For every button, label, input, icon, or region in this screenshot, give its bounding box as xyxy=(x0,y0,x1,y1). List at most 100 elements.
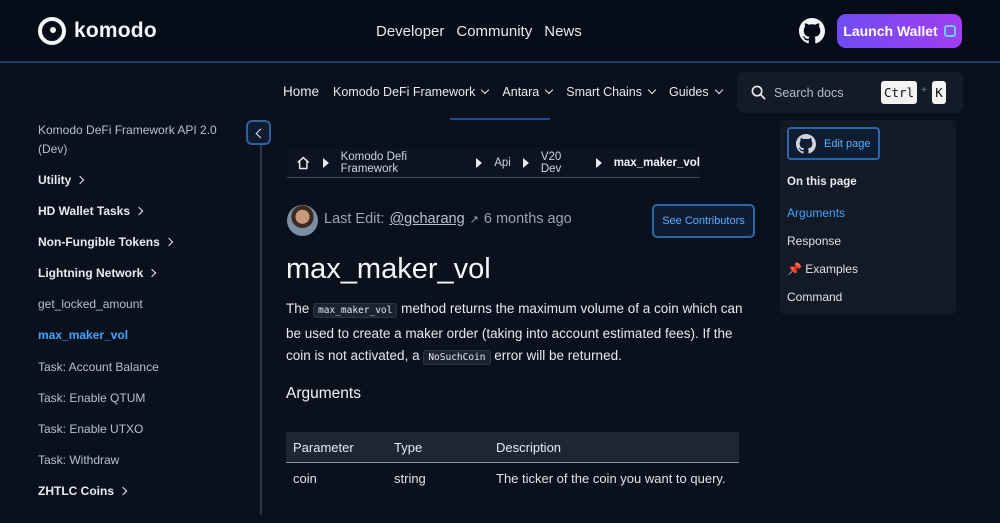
launch-wallet-label: Launch Wallet xyxy=(843,23,938,39)
launch-wallet-button[interactable]: Launch Wallet xyxy=(837,14,962,48)
sidebar-item-task-withdraw[interactable]: Task: Withdraw xyxy=(38,453,119,467)
chevron-right-icon xyxy=(76,175,85,185)
breadcrumb-item[interactable]: Api xyxy=(494,157,511,169)
search-input[interactable]: Search docs Ctrl + K xyxy=(737,72,963,113)
sidebar-item-get-locked-amount[interactable]: get_locked_amount xyxy=(38,297,143,311)
table-header-cell: Parameter xyxy=(293,439,354,455)
section-heading-arguments: Arguments xyxy=(286,385,361,402)
breadcrumb-separator-icon xyxy=(322,158,329,168)
sidebar-item-label: HD Wallet Tasks xyxy=(38,204,131,218)
table-row: coin string The ticker of the coin you w… xyxy=(286,463,739,494)
toc-item-arguments[interactable]: Arguments xyxy=(787,206,845,220)
breadcrumb-separator-icon xyxy=(476,158,483,168)
docsnav-item-label: Antara xyxy=(502,84,540,99)
chevron-right-icon xyxy=(134,206,144,216)
sidebar-item-label: Utility xyxy=(38,173,72,187)
toc-title: On this page xyxy=(787,176,857,188)
shortcut-plus: + xyxy=(921,85,927,96)
sidebar-divider xyxy=(260,145,262,515)
home-icon[interactable] xyxy=(296,156,311,170)
table-header-row: Parameter Type Description xyxy=(286,432,739,463)
docsnav-home[interactable]: Home xyxy=(283,84,319,99)
docsnav-smart-chains[interactable]: Smart Chains xyxy=(566,84,657,99)
external-arrow-icon: ↗ xyxy=(469,213,479,226)
sidebar-item-label: max_maker_vol xyxy=(38,328,129,342)
sidebar-item-non-fungible-tokens[interactable]: Non-Fungible Tokens xyxy=(38,235,174,249)
sidebar-item-task-enable-qtum[interactable]: Task: Enable QTUM xyxy=(38,391,145,405)
sidebar-item-label: Task: Account Balance xyxy=(38,360,159,374)
edit-page-button[interactable]: Edit page xyxy=(787,127,880,160)
docsnav-komodo-defi-framework[interactable]: Komodo DeFi Framework xyxy=(333,84,490,99)
collapse-sidebar-button[interactable] xyxy=(246,120,271,145)
docs-nav: Home Komodo DeFi Framework Antara Smart … xyxy=(283,84,723,99)
intro-text: The xyxy=(286,301,314,316)
top-nav: Developer Community News xyxy=(376,23,582,40)
komodo-logo[interactable]: komodo xyxy=(38,17,157,45)
sidebar-item-utility[interactable]: Utility xyxy=(38,173,85,187)
toc-item-command[interactable]: Command xyxy=(787,290,842,304)
top-header: komodo Developer Community News Launch W… xyxy=(0,0,1000,63)
sidebar-item-label: Task: Withdraw xyxy=(38,453,120,467)
sidebar-item-label: Non-Fungible Tokens xyxy=(38,235,160,249)
sidebar-item-zhtlc-coins[interactable]: ZHTLC Coins xyxy=(38,484,128,498)
breadcrumb-item[interactable]: Komodo Defi Framework xyxy=(341,151,465,175)
last-edit-label: Last Edit: xyxy=(324,211,385,227)
sidebar-item-task-account-balance[interactable]: Task: Account Balance xyxy=(38,360,159,374)
chevron-down-icon xyxy=(647,85,657,95)
docsnav-antara[interactable]: Antara xyxy=(502,84,554,99)
sidebar-item-api-2-dev[interactable]: Komodo DeFi Framework API 2.0 (Dev) xyxy=(38,121,238,159)
nav-news[interactable]: News xyxy=(544,23,582,40)
brand-name: komodo xyxy=(74,19,157,42)
sidebar-item-task-enable-utxo[interactable]: Task: Enable UTXO xyxy=(38,422,143,436)
breadcrumb-separator-icon xyxy=(595,158,602,168)
docsnav-guides[interactable]: Guides xyxy=(669,84,723,99)
breadcrumb-item[interactable]: V20 Dev xyxy=(541,151,584,175)
inline-code: NoSuchCoin xyxy=(423,350,491,365)
table-header-cell: Description xyxy=(496,439,562,455)
chevron-down-icon xyxy=(545,85,554,95)
last-edit-user-link[interactable]: @gcharang xyxy=(389,211,464,227)
chevron-down-icon xyxy=(714,85,723,95)
last-edit: Last Edit: @gcharang ↗ 6 months ago xyxy=(324,211,572,227)
sidebar-item-label: ZHTLC Coins xyxy=(38,484,114,498)
table-header-cell: Type xyxy=(394,439,423,455)
breadcrumb-current: max_maker_vol xyxy=(613,157,700,169)
intro-paragraph: The max_maker_vol method returns the max… xyxy=(286,298,756,370)
chevron-down-icon xyxy=(481,85,490,95)
sidebar-item-label: Task: Enable UTXO xyxy=(38,422,144,436)
inline-code: max_maker_vol xyxy=(313,303,398,318)
external-link-icon xyxy=(943,25,956,37)
toc-item-response[interactable]: Response xyxy=(787,234,841,248)
sidebar-item-label: get_locked_amount xyxy=(38,297,143,311)
toc-item-examples[interactable]: 📌 Examples xyxy=(787,262,858,276)
breadcrumb-separator-icon xyxy=(522,158,529,168)
search-icon xyxy=(751,85,766,100)
nav-community[interactable]: Community xyxy=(456,23,532,40)
table-cell: The ticker of the coin you want to query… xyxy=(496,471,726,486)
table-of-contents: Edit page On this page Arguments Respons… xyxy=(780,120,956,314)
sidebar-item-label: Lightning Network xyxy=(38,266,144,280)
avatar xyxy=(287,205,318,236)
shortcut-key-ctrl: Ctrl xyxy=(881,81,917,104)
docsnav-item-label: Guides xyxy=(669,84,709,99)
edit-page-label: Edit page xyxy=(824,137,871,150)
github-icon xyxy=(796,133,816,154)
sidebar-item-hd-wallet-tasks[interactable]: HD Wallet Tasks xyxy=(38,204,144,218)
search-placeholder: Search docs xyxy=(774,85,844,100)
sidebar-item-max-maker-vol[interactable]: max_maker_vol xyxy=(38,328,128,342)
intro-text: error will be returned. xyxy=(490,348,622,363)
chevron-right-icon xyxy=(118,486,128,496)
docsnav-item-label: Komodo DeFi Framework xyxy=(333,84,476,99)
chevron-right-icon xyxy=(148,268,157,278)
chevron-right-icon xyxy=(164,237,174,247)
table-cell: coin xyxy=(293,471,317,486)
nav-developer[interactable]: Developer xyxy=(376,23,444,40)
github-icon[interactable] xyxy=(799,18,825,44)
sidebar-item-label: Komodo DeFi Framework API 2.0 (Dev) xyxy=(38,123,217,156)
sidebar-item-lightning-network[interactable]: Lightning Network xyxy=(38,266,157,280)
see-contributors-button[interactable]: See Contributors xyxy=(652,204,755,238)
last-edit-time: 6 months ago xyxy=(483,211,572,227)
docsnav-item-label: Smart Chains xyxy=(566,84,642,99)
table-cell: string xyxy=(394,471,426,486)
arguments-table: Parameter Type Description coin string T… xyxy=(286,432,739,494)
